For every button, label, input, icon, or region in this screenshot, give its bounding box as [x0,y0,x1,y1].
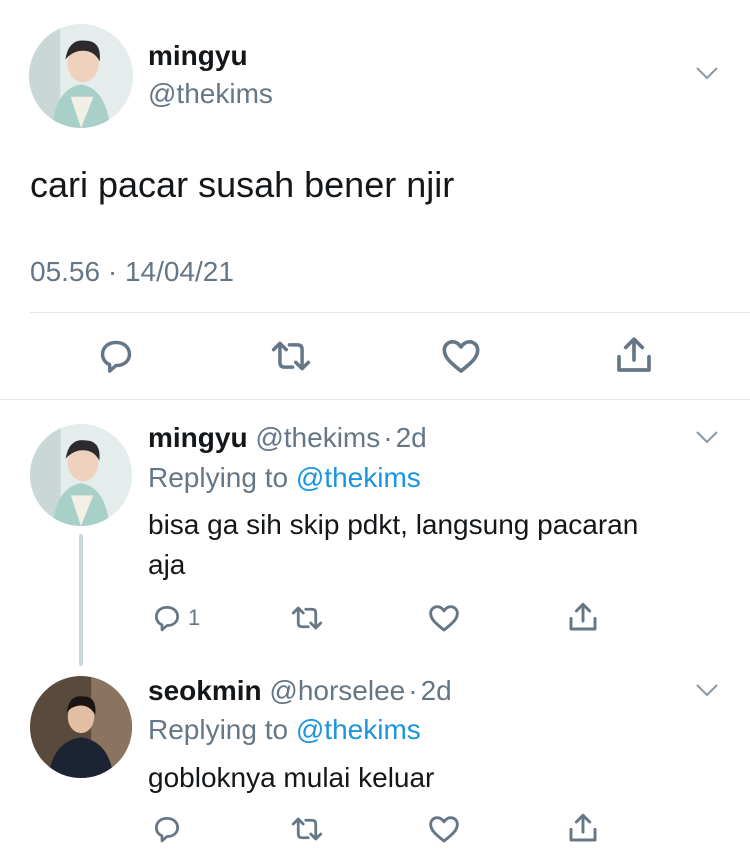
reply-icon[interactable] [152,603,182,633]
handle[interactable]: @thekims [255,422,380,453]
avatar[interactable] [30,676,132,778]
handle[interactable]: @thekims [148,78,273,110]
chevron-down-icon[interactable] [694,64,720,82]
share-icon[interactable] [567,601,599,633]
avatar-image [30,424,132,526]
avatar[interactable] [29,24,133,128]
relative-time[interactable]: 2d [396,422,427,453]
heart-icon[interactable] [441,337,481,375]
reply-icon[interactable] [152,814,182,844]
thread-line [79,534,83,666]
divider [30,312,750,313]
tweet-timestamp: 05.56 · 14/04/21 [30,256,234,287]
reply-icon[interactable] [97,337,135,375]
chevron-down-icon[interactable] [694,681,720,699]
display-name[interactable]: mingyu [148,40,248,72]
tweet-text: cari pacar susah bener njir [30,164,455,205]
retweet-icon[interactable] [270,337,312,375]
avatar-image [30,676,132,778]
retweet-icon[interactable] [290,814,324,844]
replying-to-link[interactable]: @thekims [296,714,421,745]
avatar-image [29,24,133,128]
replying-to: Replying to @thekims [148,462,421,494]
display-name[interactable]: mingyu [148,422,248,453]
reply-text-line-1: gobloknya mulai keluar [148,762,435,793]
separator: · [383,422,393,453]
reply-header: mingyu @thekims · 2d [148,422,427,454]
section-divider [0,399,750,400]
reply-header: seokmin @horselee · 2d [148,675,452,707]
retweet-icon[interactable] [290,603,324,633]
reply-text-line-2: aja [148,549,186,580]
heart-icon[interactable] [428,603,460,633]
share-icon[interactable] [614,335,654,375]
display-name[interactable]: seokmin [148,675,262,706]
chevron-down-icon[interactable] [694,428,720,446]
avatar[interactable] [30,424,132,526]
replying-to-label: Replying to [148,714,289,745]
replying-to-label: Replying to [148,462,289,493]
replying-to-link[interactable]: @thekims [296,462,421,493]
handle[interactable]: @horselee [269,675,405,706]
replying-to: Replying to @thekims [148,714,421,746]
separator: · [408,675,418,706]
reply-count: 1 [188,605,201,630]
reply-text-line-1: bisa ga sih skip pdkt, langsung pacaran [148,509,639,540]
relative-time[interactable]: 2d [421,675,452,706]
heart-icon[interactable] [428,814,460,844]
share-icon[interactable] [567,812,599,844]
